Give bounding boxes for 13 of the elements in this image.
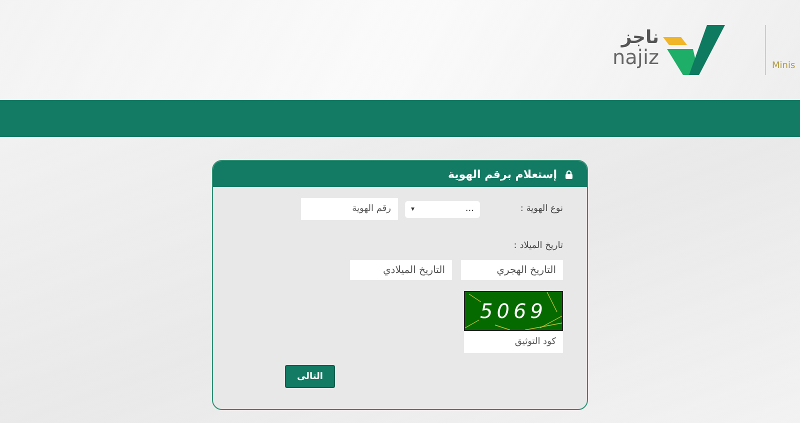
field-label: نوع الهوية : (519, 204, 563, 214)
lock-icon (565, 170, 573, 178)
card-title: إستعلام برقم الهوية (448, 168, 557, 180)
captcha-image: 5069 (464, 291, 563, 331)
field-label: تاريخ الميلاد : (514, 241, 563, 251)
date-field[interactable]: التاريخ الميلادي (350, 260, 452, 280)
logo-text: ناجز (621, 29, 659, 47)
ministry-logo-text: Minis (772, 61, 796, 71)
captcha-field[interactable]: كود التوثيق (464, 331, 563, 353)
date-field[interactable]: التاريخ الهجري (461, 260, 563, 280)
id-number-field[interactable]: رقم الهوية (301, 198, 398, 220)
logo-text: najiz (612, 47, 659, 67)
next-button[interactable]: التالى (285, 365, 335, 388)
